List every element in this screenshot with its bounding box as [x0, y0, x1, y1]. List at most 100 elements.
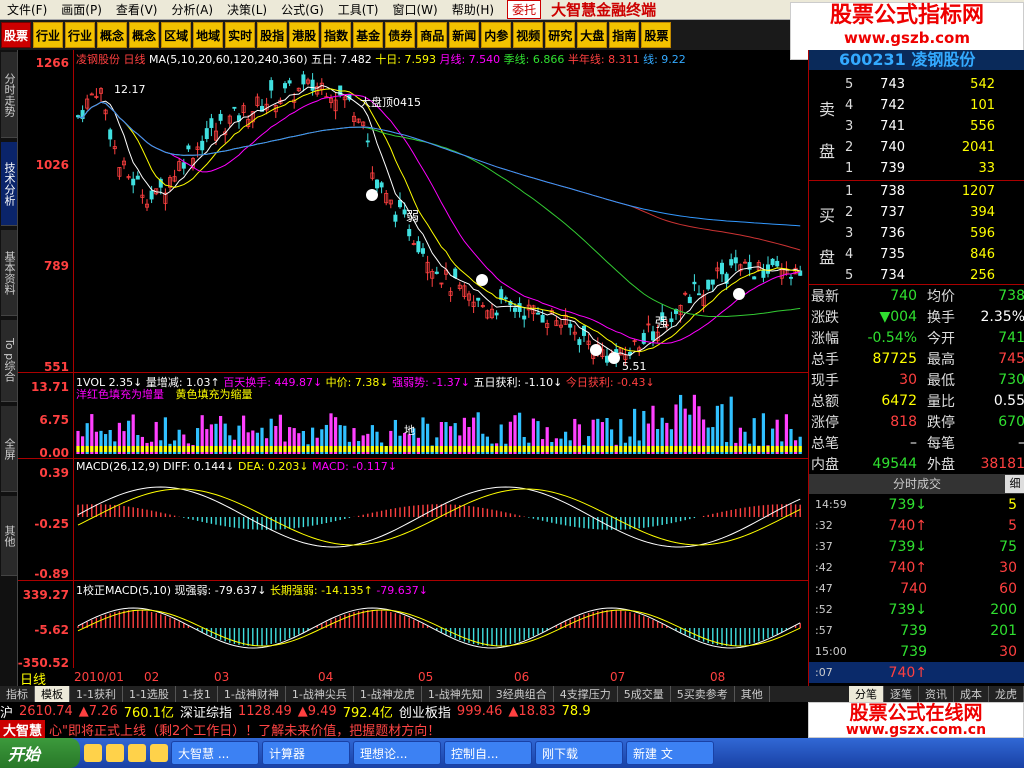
index-item: ▲7.26	[78, 703, 118, 719]
left-tab[interactable]: 技术分析	[1, 142, 17, 226]
right-tab[interactable]: 龙虎	[989, 686, 1024, 702]
indicator-tab[interactable]: 1-战神先知	[422, 686, 490, 702]
menu-item[interactable]: 窗口(W)	[385, 1, 444, 18]
indicator-tab[interactable]: 1-战神财神	[218, 686, 286, 702]
toolbar-button[interactable]: 行业	[65, 22, 96, 48]
indicator-tab[interactable]: 4支撑压力	[554, 686, 618, 702]
task-button[interactable]: 控制自...	[444, 741, 532, 765]
macd-axis-label: -0.25	[34, 517, 69, 531]
task-button[interactable]: 大智慧 ...	[171, 741, 259, 765]
quote-row: 总笔 –每笔–	[809, 432, 1024, 453]
volume-bar-base	[347, 446, 351, 452]
menu-item[interactable]: 文件(F)	[0, 1, 54, 18]
media-icon[interactable]	[128, 744, 146, 762]
menu-item[interactable]: 公式(G)	[274, 1, 331, 18]
left-tab[interactable]: 分时走势	[1, 52, 17, 138]
candle-body	[287, 80, 292, 84]
start-button[interactable]: 开始	[0, 738, 80, 768]
toolbar-button[interactable]: 内参	[481, 22, 512, 48]
right-tab[interactable]: 成本	[954, 686, 989, 702]
menu-item[interactable]: 工具(T)	[331, 1, 386, 18]
toolbar-button[interactable]: 新闻	[449, 22, 480, 48]
toolbar-button[interactable]: 港股	[289, 22, 320, 48]
ask-volume: 556	[970, 119, 995, 134]
toolbar-button[interactable]: 商品	[417, 22, 448, 48]
indicator-tab[interactable]: 1-战神龙虎	[354, 686, 422, 702]
toolbar-button[interactable]: 概念	[129, 22, 160, 48]
indicator-tab[interactable]: 3经典组合	[490, 686, 554, 702]
toolbar-button[interactable]: 区域	[161, 22, 192, 48]
ma240-line	[77, 101, 801, 227]
trade-time: :52	[815, 603, 833, 616]
volume-bar-base	[108, 446, 112, 452]
menu-item[interactable]: 分析(A)	[164, 1, 220, 18]
ticker-text[interactable]: 心"即将正式上线（剩2个工作日）！了解未来价值，把握题材方向！	[49, 720, 440, 739]
volume-bar-base	[688, 446, 692, 452]
candle-body	[131, 178, 136, 186]
left-tab[interactable]: 全屏	[1, 406, 17, 492]
indicator-tab[interactable]: 5成交量	[618, 686, 671, 702]
bid-volume: 394	[970, 205, 995, 220]
ie-icon[interactable]	[84, 744, 102, 762]
low-label: 5.51	[622, 360, 647, 373]
volume-bar-base	[660, 446, 664, 452]
task-button[interactable]: 刚下载	[535, 741, 623, 765]
left-tab[interactable]: 基本资料	[1, 230, 17, 316]
menu-item[interactable]: 决策(L)	[220, 1, 274, 18]
indicator-tab[interactable]: 1-战神尖兵	[286, 686, 354, 702]
menu-item[interactable]: 查看(V)	[109, 1, 165, 18]
indicator-tab[interactable]: 1-技1	[176, 686, 218, 702]
toolbar-button[interactable]: 指南	[609, 22, 640, 48]
volume-bar-base	[789, 446, 793, 452]
volume-bar-base	[163, 446, 167, 452]
volume-bar-base	[711, 446, 715, 452]
task-button[interactable]: 计算器	[262, 741, 350, 765]
indicator-tab[interactable]: 其他	[735, 686, 770, 702]
trades-detail-button[interactable]: 细	[1005, 475, 1024, 493]
right-tab[interactable]: 分笔	[849, 686, 884, 702]
toolbar-button[interactable]: 实时	[225, 22, 256, 48]
task-button[interactable]: 新建 文	[626, 741, 714, 765]
toolbar-button[interactable]: 基金	[353, 22, 384, 48]
left-tab[interactable]: To p综合	[1, 320, 17, 402]
candle-body	[269, 80, 274, 91]
smiley-icon	[590, 344, 602, 356]
volume-bar-base	[564, 446, 568, 452]
volume-bar-base	[145, 446, 149, 452]
toolbar-button[interactable]: 视频	[513, 22, 544, 48]
toolbar-button[interactable]: 研究	[545, 22, 576, 48]
indicator-tab[interactable]: 指标	[0, 686, 35, 702]
toolbar-button[interactable]: 地域	[193, 22, 224, 48]
volume-bar-base	[205, 446, 209, 452]
left-tab[interactable]: 其他	[1, 496, 17, 576]
volume-bar-base	[306, 446, 310, 452]
quote-table: 最新 740 均价 738 涨跌 ▼004 换手 2.35% 涨幅 -0.54% 今开 741 总手 87…	[809, 284, 1024, 474]
quote-row: 涨停 818 跌停 670	[809, 411, 1024, 432]
toolbar-button[interactable]: 股票	[641, 22, 672, 48]
desktop-icon[interactable]	[150, 744, 168, 762]
right-tab[interactable]: 逐笔	[884, 686, 919, 702]
toolbar-button[interactable]: 债券	[385, 22, 416, 48]
toolbar-button[interactable]: 股票	[1, 22, 32, 48]
toolbar-button[interactable]: 概念	[97, 22, 128, 48]
toolbar-button[interactable]: 大盘	[577, 22, 608, 48]
indicator-tab[interactable]: 1-1选股	[123, 686, 176, 702]
menu-item[interactable]: 画面(P)	[54, 1, 109, 18]
toolbar-button[interactable]: 股指	[257, 22, 288, 48]
volume-bar-base	[541, 446, 545, 452]
volume-bar-base	[159, 446, 163, 452]
toolbar-button[interactable]: 行业	[33, 22, 64, 48]
candle-body	[706, 279, 711, 290]
volume-bar-base	[223, 446, 227, 452]
right-tab[interactable]: 资讯	[919, 686, 954, 702]
ma120-value: 半年线: 8.311	[567, 53, 640, 66]
toolbar-button[interactable]: 指数	[321, 22, 352, 48]
indicator-tab[interactable]: 5买卖参考	[671, 686, 735, 702]
weak-label: 弱	[406, 210, 420, 225]
menu-item[interactable]: 帮助(H)	[445, 1, 501, 18]
task-button[interactable]: 理想论...	[353, 741, 441, 765]
folder-icon[interactable]	[106, 744, 124, 762]
indicator-tab[interactable]: 1-1获利	[70, 686, 123, 702]
delegate-button[interactable]: 委托	[507, 0, 542, 19]
indicator-tab[interactable]: 模板	[35, 686, 70, 702]
